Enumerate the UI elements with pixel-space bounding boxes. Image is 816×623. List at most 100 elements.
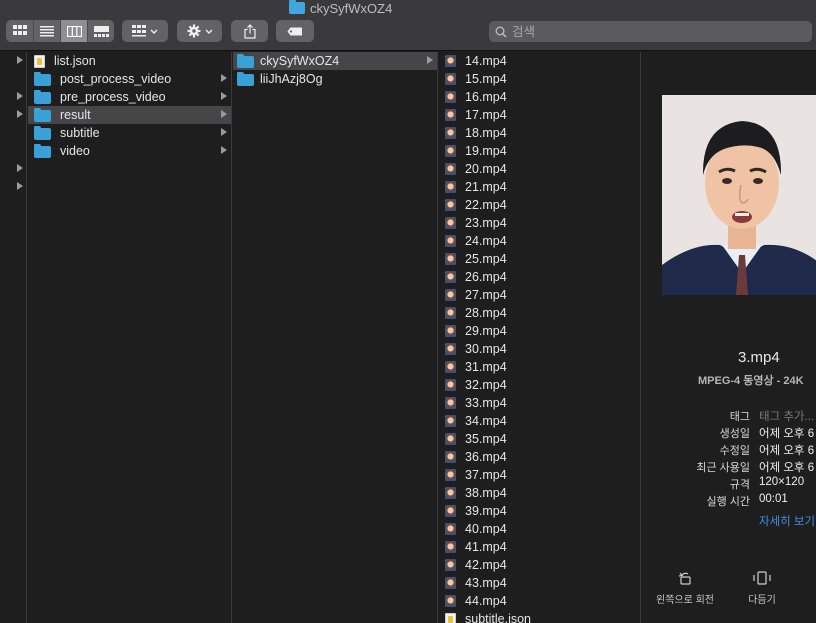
file-row[interactable]: 17.mp4: [439, 106, 640, 124]
item-name: 26.mp4: [465, 270, 507, 284]
file-row[interactable]: 38.mp4: [439, 484, 640, 502]
item-name: 32.mp4: [465, 378, 507, 392]
search-input[interactable]: [512, 24, 792, 39]
file-row[interactable]: 24.mp4: [439, 232, 640, 250]
file-row[interactable]: 30.mp4: [439, 340, 640, 358]
file-row[interactable]: 20.mp4: [439, 160, 640, 178]
trim-button[interactable]: 다듬기: [736, 571, 788, 606]
folder-row[interactable]: pre_process_video: [28, 88, 231, 106]
video-file-icon: [445, 145, 456, 157]
disclosure-arrow-icon: [221, 110, 227, 118]
folder-row[interactable]: video: [28, 142, 231, 160]
search-field[interactable]: [489, 21, 812, 42]
video-file-icon: [445, 415, 456, 427]
video-file-icon: [445, 55, 456, 67]
column-view-button[interactable]: [60, 20, 87, 42]
list-view-button[interactable]: [33, 20, 60, 42]
trim-label: 다듬기: [748, 595, 776, 606]
disclosure-arrow-icon[interactable]: [17, 110, 23, 118]
group-by-button[interactable]: [122, 20, 168, 42]
video-file-icon: [445, 73, 456, 85]
disclosure-arrow-icon[interactable]: [17, 56, 23, 64]
file-row[interactable]: 19.mp4: [439, 142, 640, 160]
file-row[interactable]: 26.mp4: [439, 268, 640, 286]
video-file-icon: [445, 109, 456, 121]
parent-column: [0, 52, 27, 623]
video-file-icon: [445, 451, 456, 463]
file-row[interactable]: 43.mp4: [439, 574, 640, 592]
metadata-value: 120×120: [759, 476, 805, 488]
file-row[interactable]: subtitle.json: [439, 610, 640, 623]
video-file-icon: [445, 523, 456, 535]
video-file-icon: [445, 397, 456, 409]
item-name: 40.mp4: [465, 522, 507, 536]
folder-row[interactable]: liiJhAzj8Og: [233, 70, 437, 88]
add-tag-field[interactable]: 태그 추가...: [759, 408, 814, 424]
item-name: subtitle.json: [465, 612, 532, 623]
icon-view-button[interactable]: [6, 20, 33, 42]
folder-row[interactable]: post_process_video: [28, 70, 231, 88]
video-file-icon: [445, 181, 456, 193]
file-row[interactable]: list.json: [28, 52, 231, 70]
item-name: list.json: [54, 54, 96, 68]
show-more-link[interactable]: 자세히 보기: [759, 513, 815, 529]
window-title-text: ckySyfWxOZ4: [310, 0, 393, 16]
file-row[interactable]: 15.mp4: [439, 70, 640, 88]
metadata-key: 생성일: [719, 428, 750, 440]
file-row[interactable]: 28.mp4: [439, 304, 640, 322]
folder-row[interactable]: ckySyfWxOZ4: [233, 52, 437, 70]
folder-icon: [34, 89, 51, 104]
disclosure-arrow-icon[interactable]: [17, 164, 23, 172]
file-row[interactable]: 33.mp4: [439, 394, 640, 412]
json-file-icon: [34, 54, 45, 68]
disclosure-arrow-icon[interactable]: [17, 182, 23, 190]
window-title: ckySyfWxOZ4: [289, 0, 393, 16]
item-name: 42.mp4: [465, 558, 507, 572]
folder-row[interactable]: subtitle: [28, 124, 231, 142]
rotate-left-button[interactable]: 왼쪽으로 회전: [648, 571, 722, 606]
gallery-view-button[interactable]: [87, 20, 114, 42]
file-row[interactable]: 36.mp4: [439, 448, 640, 466]
gallery-view-icon: [93, 25, 109, 37]
file-row[interactable]: 41.mp4: [439, 538, 640, 556]
preview-pane: 3.mp4 MPEG-4 동영상 - 24K 태그 태그 추가... 생성일 어제 오…: [642, 52, 816, 623]
item-name: 21.mp4: [465, 180, 507, 194]
file-row[interactable]: 44.mp4: [439, 592, 640, 610]
item-name: 39.mp4: [465, 504, 507, 518]
file-row[interactable]: 14.mp4: [439, 52, 640, 70]
file-row[interactable]: 42.mp4: [439, 556, 640, 574]
tag-button[interactable]: [276, 20, 314, 42]
file-row[interactable]: 29.mp4: [439, 322, 640, 340]
file-row[interactable]: 22.mp4: [439, 196, 640, 214]
tag-icon: [287, 27, 302, 35]
icon-view-icon: [12, 25, 27, 35]
item-name: 14.mp4: [465, 54, 507, 68]
disclosure-arrow-icon[interactable]: [17, 92, 23, 100]
file-row[interactable]: 16.mp4: [439, 88, 640, 106]
file-row[interactable]: 37.mp4: [439, 466, 640, 484]
share-button[interactable]: [231, 20, 268, 42]
file-row[interactable]: 32.mp4: [439, 376, 640, 394]
file-row[interactable]: 18.mp4: [439, 124, 640, 142]
file-row[interactable]: 40.mp4: [439, 520, 640, 538]
file-row[interactable]: 31.mp4: [439, 358, 640, 376]
video-file-icon: [445, 595, 456, 607]
file-row[interactable]: 35.mp4: [439, 430, 640, 448]
item-name: 24.mp4: [465, 234, 507, 248]
item-name: 22.mp4: [465, 198, 507, 212]
file-row[interactable]: 34.mp4: [439, 412, 640, 430]
item-name: pre_process_video: [60, 90, 166, 104]
file-row[interactable]: 21.mp4: [439, 178, 640, 196]
file-row[interactable]: 39.mp4: [439, 502, 640, 520]
disclosure-arrow-icon: [427, 56, 433, 64]
folder-icon: [34, 143, 51, 158]
rotate-left-icon: [678, 572, 691, 585]
file-row[interactable]: 27.mp4: [439, 286, 640, 304]
item-name: 29.mp4: [465, 324, 507, 338]
folder-row[interactable]: result: [28, 106, 231, 124]
metadata-value: 00:01: [759, 493, 788, 505]
video-file-icon: [445, 433, 456, 445]
file-row[interactable]: 23.mp4: [439, 214, 640, 232]
action-menu-button[interactable]: [177, 20, 222, 42]
file-row[interactable]: 25.mp4: [439, 250, 640, 268]
